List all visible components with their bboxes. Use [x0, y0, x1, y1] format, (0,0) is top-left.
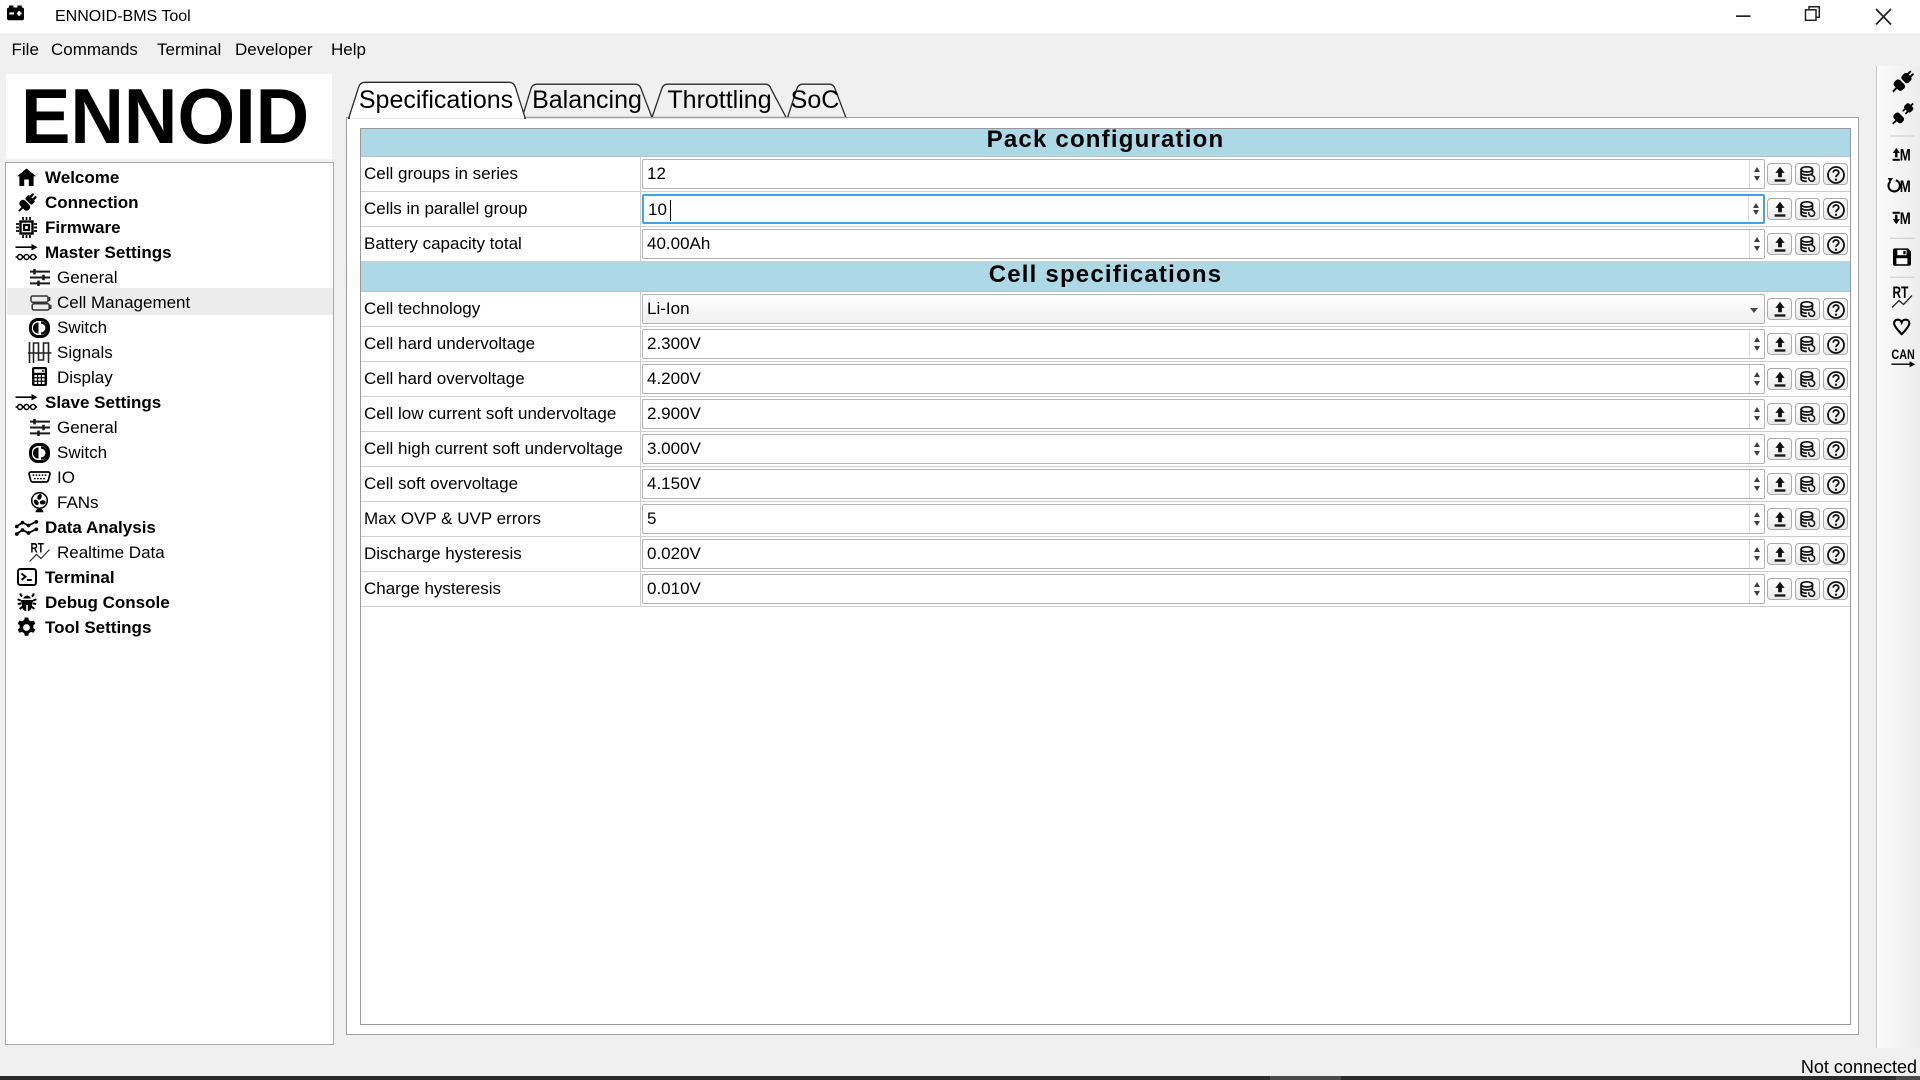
svg-text:M: M	[1900, 210, 1911, 229]
svg-text:RT: RT	[31, 541, 45, 556]
svg-text:RT: RT	[1893, 284, 1909, 302]
svg-text:M: M	[1900, 178, 1911, 197]
svg-text:M: M	[1900, 146, 1911, 165]
svg-text:CAN: CAN	[1891, 347, 1914, 362]
